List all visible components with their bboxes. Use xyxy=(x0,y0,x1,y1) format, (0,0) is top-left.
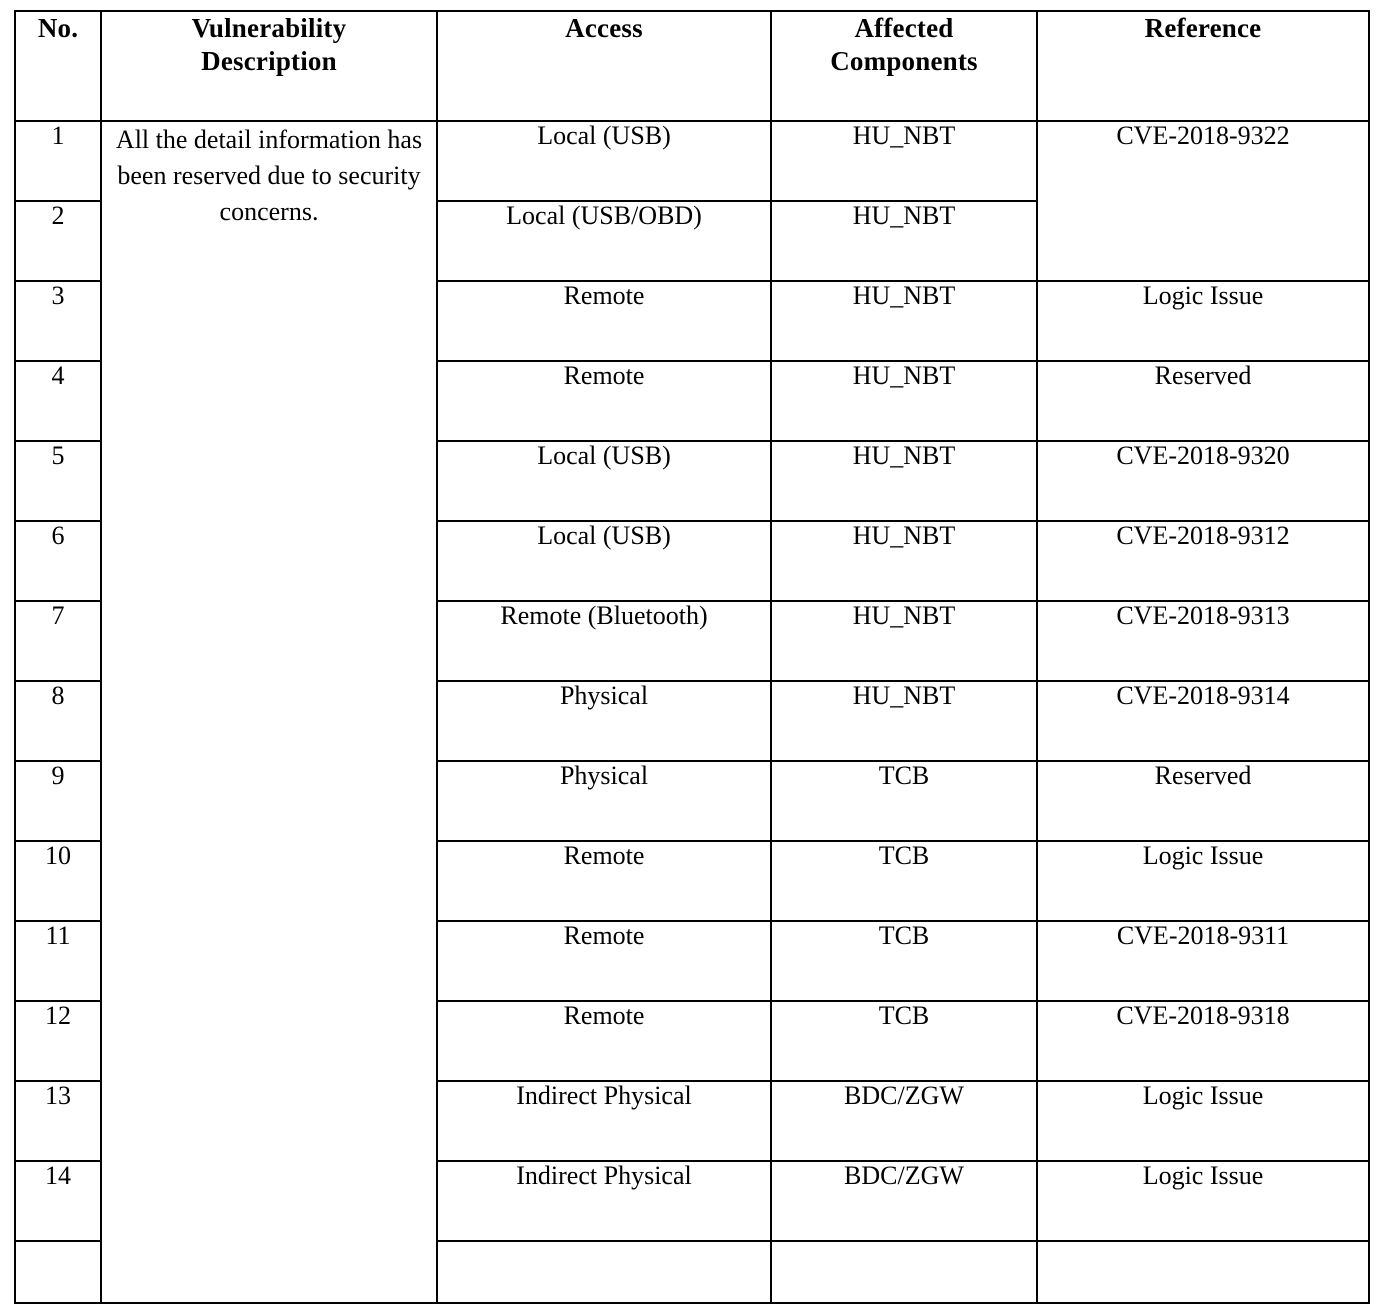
cell-affected-components: HU_NBT xyxy=(770,120,1038,202)
cell-no: 13 xyxy=(14,1080,102,1162)
column-header-affected-line-1: Affected xyxy=(854,13,954,43)
table-body: 1 All the detail information has been res… xyxy=(14,120,1370,1304)
cell-access: Remote xyxy=(436,840,772,922)
cell-reference-merged: CVE-2018-9322 xyxy=(1036,120,1370,282)
column-header-reference-line-1: Reference xyxy=(1144,13,1262,43)
cell-no: 10 xyxy=(14,840,102,922)
cell-reference: Reserved xyxy=(1036,760,1370,842)
cell-access: Remote (Bluetooth) xyxy=(436,600,772,682)
cell-access xyxy=(436,1240,772,1304)
cell-no: 3 xyxy=(14,280,102,362)
cell-affected-components: HU_NBT xyxy=(770,600,1038,682)
cell-access: Local (USB) xyxy=(436,520,772,602)
cell-affected-components: BDC/ZGW xyxy=(770,1080,1038,1162)
cell-no: 6 xyxy=(14,520,102,602)
cell-no: 12 xyxy=(14,1000,102,1082)
column-header-affected-components: Affected Components xyxy=(770,10,1038,122)
cell-reference: Logic Issue xyxy=(1036,1080,1370,1162)
cell-no: 5 xyxy=(14,440,102,522)
cell-no: 7 xyxy=(14,600,102,682)
table-header: No. Vulnerability Description Access Aff… xyxy=(14,10,1370,122)
header-row: No. Vulnerability Description Access Aff… xyxy=(14,10,1370,122)
cell-affected-components: HU_NBT xyxy=(770,360,1038,442)
cell-access: Remote xyxy=(436,1000,772,1082)
cell-access: Indirect Physical xyxy=(436,1160,772,1242)
column-header-affected-line-2: Components xyxy=(830,45,978,76)
cell-affected-components: HU_NBT xyxy=(770,680,1038,762)
cell-access: Local (USB) xyxy=(436,440,772,522)
cell-reference xyxy=(1036,1240,1370,1304)
cell-affected-components: TCB xyxy=(770,840,1038,922)
cell-access: Physical xyxy=(436,680,772,762)
cell-reference: Reserved xyxy=(1036,360,1370,442)
cell-reference: Logic Issue xyxy=(1036,280,1370,362)
cell-affected-components: TCB xyxy=(770,1000,1038,1082)
cell-reference: CVE-2018-9312 xyxy=(1036,520,1370,602)
document-page: No. Vulnerability Description Access Aff… xyxy=(0,0,1384,1304)
cell-access: Indirect Physical xyxy=(436,1080,772,1162)
cell-reference: CVE-2018-9314 xyxy=(1036,680,1370,762)
cell-reference: Logic Issue xyxy=(1036,840,1370,922)
column-header-description: Vulnerability Description xyxy=(100,10,438,122)
cell-affected-components: HU_NBT xyxy=(770,280,1038,362)
column-header-reference: Reference xyxy=(1036,10,1370,122)
cell-access: Remote xyxy=(436,280,772,362)
cell-affected-components: TCB xyxy=(770,920,1038,1002)
cell-affected-components: BDC/ZGW xyxy=(770,1160,1038,1242)
cell-reference: CVE-2018-9318 xyxy=(1036,1000,1370,1082)
column-header-no-line-1: No. xyxy=(37,13,79,43)
cell-no: 11 xyxy=(14,920,102,1002)
cell-affected-components: HU_NBT xyxy=(770,200,1038,282)
column-header-access: Access xyxy=(436,10,772,122)
cell-access: Remote xyxy=(436,360,772,442)
column-header-description-line-1: Vulnerability xyxy=(191,13,347,43)
cell-no: 4 xyxy=(14,360,102,442)
cell-no: 1 xyxy=(14,120,102,202)
cell-no: 14 xyxy=(14,1160,102,1242)
cell-affected-components xyxy=(770,1240,1038,1304)
cell-affected-components: HU_NBT xyxy=(770,440,1038,522)
column-header-no: No. xyxy=(14,10,102,122)
column-header-description-line-2: Description xyxy=(201,45,337,76)
vulnerability-table: No. Vulnerability Description Access Aff… xyxy=(14,10,1370,1304)
cell-no xyxy=(14,1240,102,1304)
cell-no: 2 xyxy=(14,200,102,282)
column-header-access-line-1: Access xyxy=(565,13,643,43)
cell-no: 9 xyxy=(14,760,102,842)
cell-access: Local (USB/OBD) xyxy=(436,200,772,282)
cell-reference: CVE-2018-9311 xyxy=(1036,920,1370,1002)
cell-no: 8 xyxy=(14,680,102,762)
cell-reference: CVE-2018-9313 xyxy=(1036,600,1370,682)
cell-affected-components: TCB xyxy=(770,760,1038,842)
cell-access: Local (USB) xyxy=(436,120,772,202)
cell-reference: CVE-2018-9320 xyxy=(1036,440,1370,522)
cell-vulnerability-description: All the detail information has been rese… xyxy=(100,120,438,1304)
cell-access: Physical xyxy=(436,760,772,842)
table-row: 1 All the detail information has been res… xyxy=(14,120,1370,1304)
cell-reference: Logic Issue xyxy=(1036,1160,1370,1242)
cell-access: Remote xyxy=(436,920,772,1002)
cell-affected-components: HU_NBT xyxy=(770,520,1038,602)
